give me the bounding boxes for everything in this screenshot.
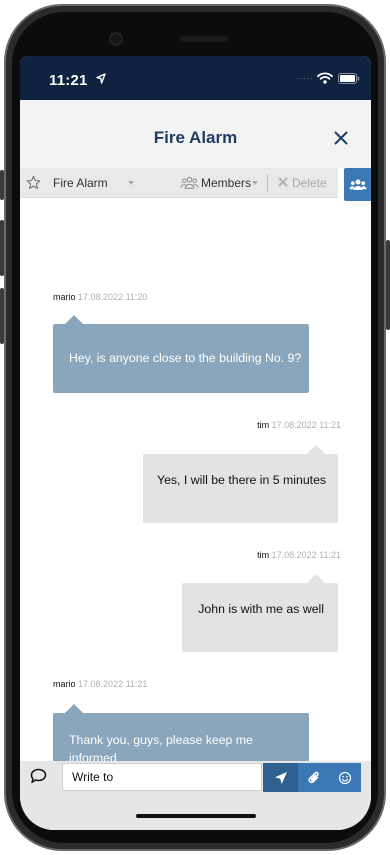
send-icon — [274, 771, 287, 784]
bubble-tail — [307, 574, 325, 583]
side-button-left-1 — [0, 170, 4, 200]
group-chevron-down-icon[interactable] — [128, 181, 134, 185]
message-meta: tim 17.08.2022 11:21 — [257, 420, 341, 430]
message-timestamp: 17.08.2022 11:20 — [78, 292, 148, 302]
wifi-icon — [317, 72, 333, 84]
people-icon — [349, 179, 366, 190]
message-text: Hey, is anyone close to the building No.… — [69, 351, 302, 365]
front-camera — [109, 32, 123, 46]
page-title: Fire Alarm — [153, 128, 238, 147]
star-icon[interactable] — [26, 175, 41, 190]
smiley-icon — [338, 771, 352, 784]
group-dropdown[interactable]: Fire Alarm — [53, 176, 108, 190]
status-bar: 11:21 ..... — [20, 56, 371, 100]
status-time: 11:21 — [49, 72, 88, 89]
app-screen: 11:21 ..... Fire Alarm Fire Alarm Member… — [20, 56, 371, 830]
toolbar-strip: Fire Alarm Members Delete — [20, 168, 338, 198]
bottom-safe-area — [20, 792, 371, 830]
message-timestamp: 17.08.2022 11:21 — [271, 420, 341, 430]
people-button[interactable] — [344, 168, 371, 201]
side-button-right — [386, 240, 390, 330]
side-button-left-3 — [0, 288, 4, 344]
message-meta: mario 17.08.2022 11:21 — [53, 679, 147, 689]
message-input[interactable] — [62, 763, 262, 791]
message-author: tim — [257, 420, 270, 430]
compose-bar — [20, 761, 371, 792]
message-author: mario — [53, 679, 76, 689]
emoji-button[interactable] — [329, 763, 361, 792]
delete-button[interactable]: Delete — [292, 176, 327, 190]
side-button-left-2 — [0, 220, 4, 276]
message-bubble: John is with me as well — [182, 574, 338, 652]
members-icon[interactable] — [180, 176, 199, 190]
send-button[interactable] — [263, 763, 298, 792]
message-text: Yes, I will be there in 5 minutes — [157, 473, 327, 487]
message-timestamp: 17.08.2022 11:21 — [271, 550, 341, 560]
bubble-tail — [307, 445, 325, 454]
message-meta: mario 17.08.2022 11:20 — [53, 292, 147, 302]
message-bubble: Hey, is anyone close to the building No.… — [53, 315, 309, 393]
message-meta: tim 17.08.2022 11:21 — [257, 550, 341, 560]
chat-toolbar: Fire Alarm Members Delete — [20, 168, 371, 201]
message-timestamp: 17.08.2022 11:21 — [78, 679, 148, 689]
home-indicator[interactable] — [136, 814, 256, 818]
message-text: John is with me as well — [198, 602, 324, 616]
delete-x-icon[interactable] — [278, 177, 288, 187]
close-icon[interactable] — [334, 131, 348, 145]
bubble-tail — [65, 704, 83, 713]
earpiece-speaker — [180, 36, 228, 42]
message-author: tim — [257, 550, 270, 560]
signal-dots: ..... — [296, 71, 314, 81]
bubble-tail — [65, 315, 83, 324]
toolbar-divider — [267, 174, 268, 192]
battery-icon — [338, 73, 360, 84]
members-chevron-down-icon[interactable] — [252, 181, 258, 185]
message-text: Thank you, guys, please keep me informed — [69, 733, 253, 765]
members-dropdown[interactable]: Members — [201, 176, 251, 190]
message-author: mario — [53, 292, 76, 302]
location-arrow-icon — [96, 73, 106, 84]
chat-header: Fire Alarm — [20, 100, 371, 168]
chat-bubble-icon[interactable] — [30, 768, 47, 784]
paperclip-icon — [308, 771, 319, 783]
attach-button[interactable] — [298, 763, 329, 792]
message-bubble: Yes, I will be there in 5 minutes — [143, 445, 338, 523]
message-list: mario 17.08.2022 11:20 Hey, is anyone cl… — [20, 201, 371, 801]
